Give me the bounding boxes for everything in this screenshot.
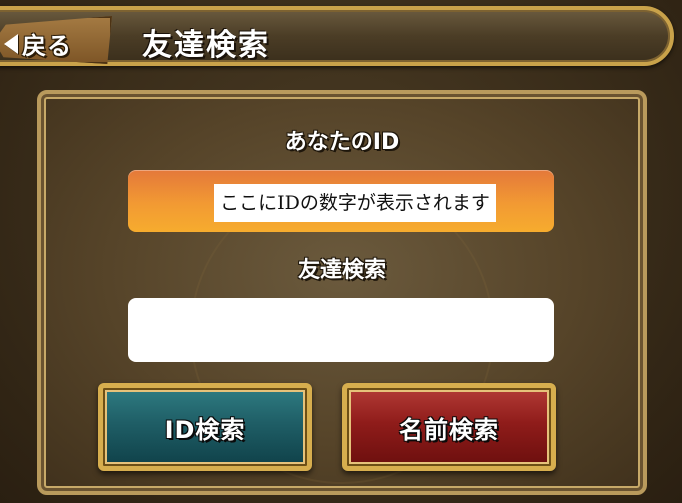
- id-display-box: ここにIDの数字が表示されます: [128, 170, 554, 232]
- back-button[interactable]: 戻る: [0, 16, 112, 64]
- page-title: 友達検索: [142, 28, 270, 63]
- back-arrow-icon: [4, 33, 18, 54]
- id-value: ここにIDの数字が表示されます: [214, 184, 496, 222]
- id-search-button-label: ID検索: [164, 415, 246, 444]
- name-search-button[interactable]: 名前検索: [342, 383, 556, 471]
- back-button-content: 戻る: [4, 26, 72, 61]
- back-button-label: 戻る: [22, 32, 72, 60]
- your-id-label: あなたのID: [284, 130, 400, 155]
- friend-search-panel: あなたのID ここにIDの数字が表示されます 友達検索 ID検索 名前検索: [37, 90, 647, 495]
- name-search-button-label: 名前検索: [399, 415, 499, 444]
- id-search-button[interactable]: ID検索: [98, 383, 312, 471]
- friend-search-input[interactable]: [128, 298, 554, 362]
- header-bar: 戻る 友達検索: [0, 6, 674, 66]
- friend-search-label: 友達検索: [297, 258, 386, 283]
